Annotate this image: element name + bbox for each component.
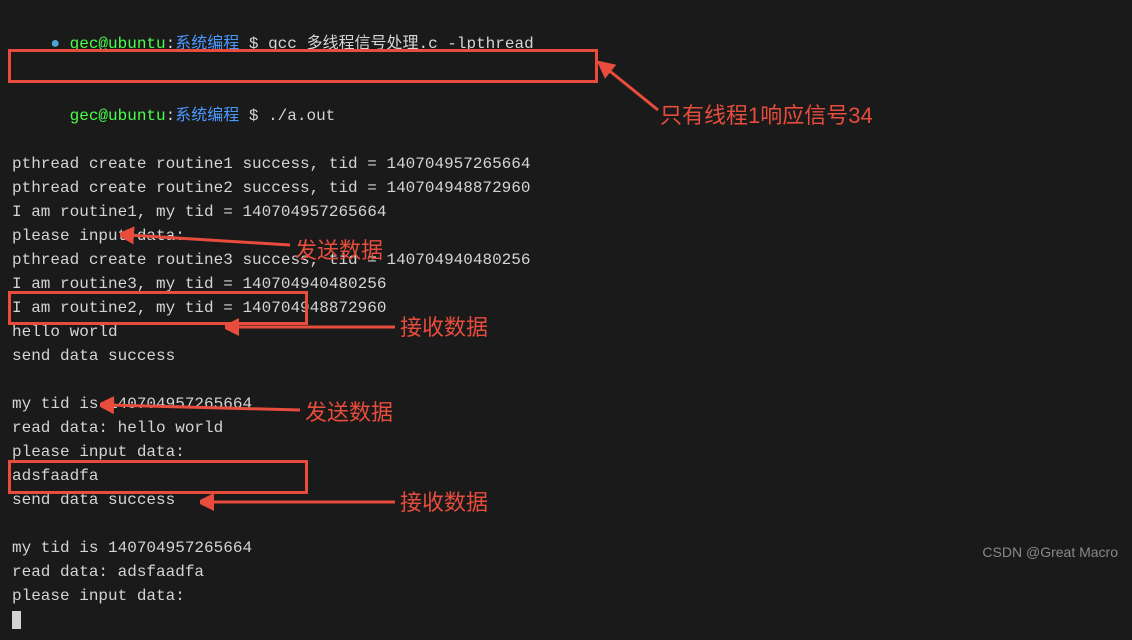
colon: :	[166, 35, 176, 53]
output-line: my tid is 140704957265664	[12, 392, 1120, 416]
command-text: ./a.out	[268, 107, 335, 125]
cwd: 系统编程	[175, 35, 239, 53]
output-line: pthread create routine1 success, tid = 1…	[12, 152, 1120, 176]
command-text: gcc 多线程信号处理.c -lpthread	[268, 35, 534, 53]
dollar: $	[239, 107, 268, 125]
output-line: pthread create routine3 success, tid = 1…	[12, 248, 1120, 272]
output-line: I am routine3, my tid = 140704940480256	[12, 272, 1120, 296]
output-line: hello world	[12, 320, 1120, 344]
dollar: $	[239, 35, 268, 53]
output-line	[12, 512, 1120, 536]
bullet-icon: ●	[50, 35, 69, 53]
watermark: CSDN @Great Macro	[982, 544, 1118, 560]
colon: :	[166, 107, 176, 125]
output-line: pthread create routine2 success, tid = 1…	[12, 176, 1120, 200]
output-line: please input data:	[12, 440, 1120, 464]
prompt-line-2: gec@ubuntu:系统编程 $ ./a.out	[12, 80, 1120, 152]
output-line: send data success	[12, 488, 1120, 512]
output-line: please input data:	[12, 224, 1120, 248]
output-line: send data success	[12, 344, 1120, 368]
bullet-icon	[50, 107, 69, 125]
output-line: I am routine1, my tid = 140704957265664	[12, 200, 1120, 224]
output-line: read data: hello world	[12, 416, 1120, 440]
prompt-line-1: ● gec@ubuntu:系统编程 $ gcc 多线程信号处理.c -lpthr…	[12, 8, 1120, 80]
output-line: adsfaadfa	[12, 464, 1120, 488]
user-host: gec@ubuntu	[70, 35, 166, 53]
cursor-icon	[12, 611, 21, 629]
cursor-line	[12, 608, 1120, 632]
user-host: gec@ubuntu	[70, 107, 166, 125]
output-line: read data: adsfaadfa	[12, 560, 1120, 584]
cwd: 系统编程	[175, 107, 239, 125]
output-line: please input data:	[12, 584, 1120, 608]
terminal-window[interactable]: ● gec@ubuntu:系统编程 $ gcc 多线程信号处理.c -lpthr…	[0, 0, 1132, 640]
output-line	[12, 368, 1120, 392]
output-line: my tid is 140704957265664	[12, 536, 1120, 560]
output-line: I am routine2, my tid = 140704948872960	[12, 296, 1120, 320]
